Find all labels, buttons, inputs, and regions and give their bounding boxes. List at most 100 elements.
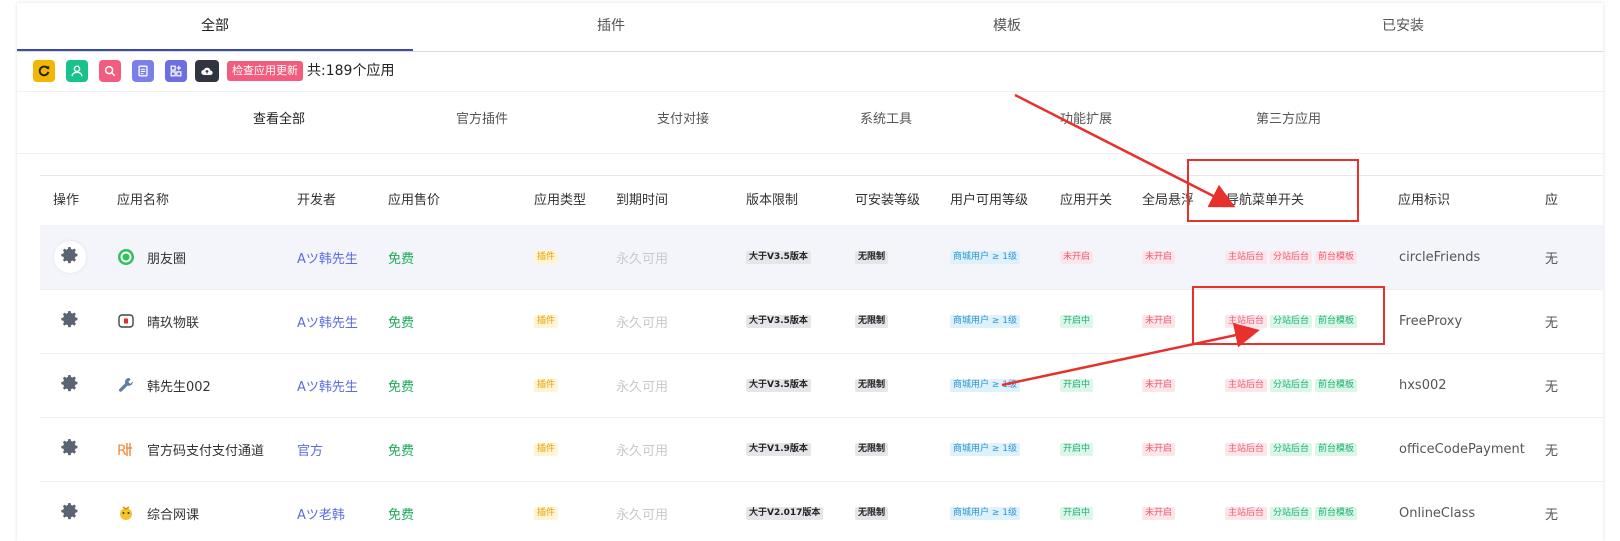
document-button[interactable]	[132, 60, 154, 82]
search-icon	[104, 65, 116, 77]
nav-main-admin-badge[interactable]: 主站后台	[1225, 506, 1268, 520]
nav-frontend-template-badge[interactable]: 前台模板	[1315, 506, 1358, 520]
check-update-button[interactable]: 检查应用更新	[227, 61, 303, 81]
app-switch-badge[interactable]: 未开启	[1060, 250, 1094, 264]
tab-all[interactable]: 全部	[17, 3, 413, 51]
app-switch-badge[interactable]: 开启中	[1060, 314, 1094, 328]
cloud-upload-button[interactable]	[195, 60, 219, 82]
developer-link[interactable]: Aツ韩先生	[297, 353, 358, 417]
app-name: 晴玖物联	[147, 315, 200, 331]
type-badge: 插件	[534, 506, 559, 520]
settings-gear-button[interactable]	[54, 497, 86, 529]
table-row: 韩先生002 Aツ韩先生 免费 插件 永久可用 大于V3.5版本 无限制 商城用户 ≥ 1级 开…	[40, 353, 1603, 418]
refresh-button[interactable]	[33, 60, 55, 82]
apps-button[interactable]	[165, 60, 187, 82]
header-type: 应用类型	[534, 193, 587, 208]
developer-link[interactable]: Aツ韩先生	[297, 225, 358, 289]
nav-main-admin-badge[interactable]: 主站后台	[1225, 378, 1268, 392]
category-extensions[interactable]: 功能扩展	[1060, 103, 1112, 137]
expire-text: 永久可用	[616, 379, 669, 395]
tab-templates[interactable]: 模板	[809, 3, 1205, 51]
developer-link[interactable]: Aツ老韩	[297, 481, 345, 541]
divider	[17, 153, 1603, 154]
app-name: 综合网课	[147, 507, 200, 523]
table-row: 朋友圈 Aツ韩先生 免费 插件 永久可用 大于V3.5版本 无限制 商城用户 ≥ 1级 未开启 未…	[40, 225, 1603, 290]
circle-icon	[117, 248, 135, 266]
user-button[interactable]	[66, 60, 88, 82]
header-app-switch: 应用开关	[1060, 193, 1113, 208]
global-float-badge[interactable]: 未开启	[1142, 378, 1176, 392]
apps-icon	[170, 65, 182, 77]
global-float-badge[interactable]: 未开启	[1142, 442, 1176, 456]
tab-plugins[interactable]: 插件	[413, 3, 809, 51]
app-price: 免费	[388, 507, 415, 523]
app-ident: officeCodePayment	[1399, 441, 1525, 457]
cloud-upload-icon	[201, 67, 213, 75]
gear-icon	[60, 501, 80, 525]
category-third-party[interactable]: 第三方应用	[1256, 103, 1321, 137]
category-official-plugins[interactable]: 官方插件	[456, 103, 508, 137]
category-system-tools[interactable]: 系统工具	[860, 103, 912, 137]
nav-sub-admin-badge[interactable]: 分站后台	[1270, 378, 1313, 392]
app-switch-badge[interactable]: 开启中	[1060, 378, 1094, 392]
header-expire: 到期时间	[616, 193, 669, 208]
tab-installed[interactable]: 已安装	[1205, 3, 1601, 51]
app-name: 官方码支付支付通道	[147, 443, 265, 459]
app-switch-badge[interactable]: 开启中	[1060, 442, 1094, 456]
user-level-badge: 商城用户 ≥ 1级	[950, 314, 1020, 328]
table-row: 晴玖物联 Aツ韩先生 免费 插件 永久可用 大于V3.5版本 无限制 商城用户 ≥ 1级 开启中…	[40, 289, 1603, 354]
settings-gear-button[interactable]	[54, 305, 86, 337]
app-store-panel: 全部 插件 模板 已安装 检查应用更新 共:189个应用 查看全部 官方插件 支…	[17, 3, 1603, 541]
settings-gear-button[interactable]	[54, 369, 86, 401]
version-badge: 大于V3.5版本	[746, 378, 811, 392]
nav-frontend-template-badge[interactable]: 前台模板	[1315, 250, 1358, 264]
app-price: 免费	[388, 315, 415, 331]
expire-text: 永久可用	[616, 507, 669, 523]
nav-frontend-template-badge[interactable]: 前台模板	[1315, 378, 1358, 392]
category-all[interactable]: 查看全部	[253, 103, 305, 137]
expire-text: 永久可用	[616, 251, 669, 267]
app-price: 免费	[388, 379, 415, 395]
app-name: 朋友圈	[147, 251, 187, 267]
nav-frontend-template-badge[interactable]: 前台模板	[1315, 442, 1358, 456]
settings-gear-button[interactable]	[54, 241, 86, 273]
app-ident: hxs002	[1399, 377, 1447, 393]
app-switch-badge[interactable]: 开启中	[1060, 506, 1094, 520]
nav-sub-admin-badge[interactable]: 分站后台	[1270, 442, 1313, 456]
user-icon	[71, 65, 83, 77]
developer-link[interactable]: 官方	[297, 417, 323, 481]
app-name: 韩先生002	[147, 379, 211, 395]
type-badge: 插件	[534, 378, 559, 392]
nav-main-admin-badge[interactable]: 主站后台	[1225, 250, 1268, 264]
gear-icon	[60, 437, 80, 461]
nav-sub-admin-badge[interactable]: 分站后台	[1270, 506, 1313, 520]
type-badge: 插件	[534, 314, 559, 328]
developer-link[interactable]: Aツ韩先生	[297, 289, 358, 353]
nav-sub-admin-badge[interactable]: 分站后台	[1270, 250, 1313, 264]
install-level-badge: 无限制	[855, 506, 889, 520]
gear-icon	[60, 309, 80, 333]
global-float-badge[interactable]: 未开启	[1142, 250, 1176, 264]
category-payment[interactable]: 支付对接	[657, 103, 709, 137]
global-float-badge[interactable]: 未开启	[1142, 314, 1176, 328]
gear-icon	[60, 373, 80, 397]
install-level-badge: 无限制	[855, 314, 889, 328]
refresh-icon	[38, 65, 50, 77]
table-header: 操作 应用名称 开发者 应用售价 应用类型 到期时间 版本限制 可安装等级 用户…	[40, 175, 1603, 227]
user-level-badge: 商城用户 ≥ 1级	[950, 506, 1020, 520]
nav-main-admin-badge[interactable]: 主站后台	[1225, 442, 1268, 456]
settings-gear-button[interactable]	[54, 433, 86, 465]
search-button[interactable]	[99, 60, 121, 82]
header-truncated: 应	[1545, 193, 1559, 208]
document-icon	[138, 65, 148, 77]
nav-sub-admin-badge[interactable]: 分站后台	[1270, 314, 1313, 328]
header-user-level: 用户可用等级	[950, 193, 1029, 208]
app-price: 免费	[388, 251, 415, 267]
version-badge: 大于V3.5版本	[746, 314, 811, 328]
user-level-badge: 商城用户 ≥ 1级	[950, 442, 1020, 456]
nav-main-admin-badge[interactable]: 主站后台	[1225, 314, 1268, 328]
truncated-cell: 无	[1545, 443, 1559, 459]
header-global-float: 全局悬浮	[1142, 193, 1195, 208]
nav-frontend-template-badge[interactable]: 前台模板	[1315, 314, 1358, 328]
global-float-badge[interactable]: 未开启	[1142, 506, 1176, 520]
